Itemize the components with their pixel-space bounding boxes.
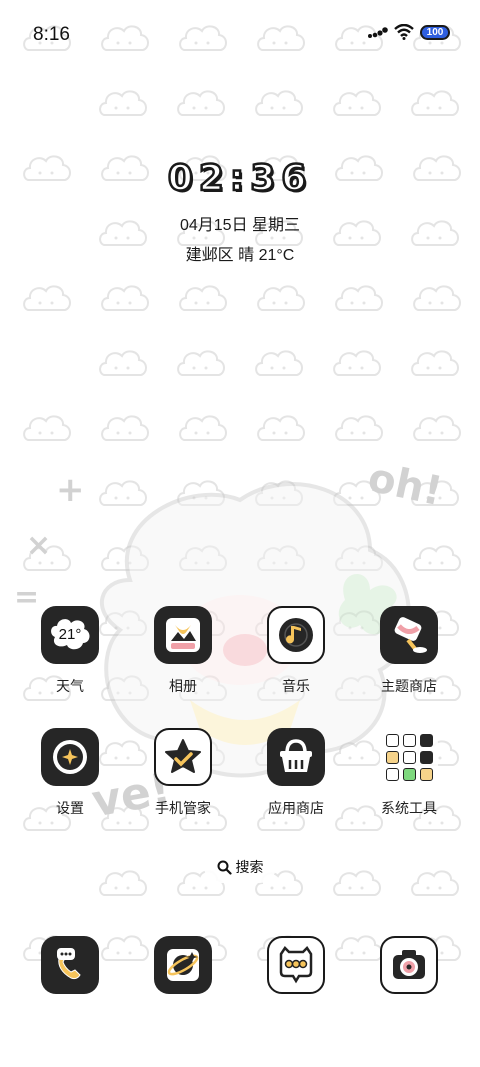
search-icon (217, 860, 232, 875)
wifi-icon (394, 24, 414, 40)
system-tools-folder-icon (380, 728, 438, 786)
clock-date: 04月15日 星期三 (179, 217, 301, 234)
wallpaper-cloud-icon (23, 415, 71, 441)
folder-mini-icon (419, 767, 433, 781)
phone-icon (57, 948, 81, 980)
app-theme-store[interactable]: 主题商店 (354, 606, 464, 696)
wallpaper-plus-icon: + (56, 470, 85, 510)
wallpaper-cloud-icon (333, 350, 381, 376)
folder-mini-icon (385, 733, 399, 747)
app-weather[interactable]: 21° 天气 (15, 606, 125, 696)
music-icon (267, 606, 325, 664)
wallpaper-cloud-icon (177, 90, 225, 116)
dock-camera[interactable] (380, 936, 438, 994)
wallpaper-cloud-icon (413, 415, 461, 441)
wallpaper-cloud-icon (101, 415, 149, 441)
search-label: 搜索 (235, 859, 264, 875)
app-store-icon (267, 728, 325, 786)
wallpaper-cloud-icon (335, 285, 383, 311)
signal-icon (368, 27, 388, 38)
dock-messages[interactable] (267, 936, 325, 994)
app-app-store[interactable]: 应用商店 (241, 728, 351, 818)
wallpaper-cloud-icon (413, 285, 461, 311)
app-label: 天气 (56, 678, 84, 694)
dock-browser[interactable] (154, 936, 212, 994)
clock-weather: 建邺区 晴 21°C (185, 247, 295, 264)
status-icons: 100 (368, 24, 450, 40)
app-music[interactable]: 音乐 (241, 606, 351, 696)
app-label: 系统工具 (381, 800, 437, 816)
phone-manager-icon (154, 728, 212, 786)
status-bar: 8:16 100 (0, 0, 480, 68)
wallpaper-cloud-icon (101, 935, 149, 961)
folder-mini-icon (385, 750, 399, 764)
battery-icon: 100 (420, 24, 450, 40)
wallpaper-cloud-icon (335, 935, 383, 961)
clock-widget[interactable]: 02:36 04月15日 星期三 建邺区 晴 21°C (0, 157, 480, 265)
wallpaper-cloud-icon (101, 285, 149, 311)
app-phone-manager[interactable]: 手机管家 (128, 728, 238, 818)
folder-mini-icon (419, 750, 433, 764)
wallpaper-cloud-icon (257, 415, 305, 441)
wallpaper-cloud-icon (411, 350, 459, 376)
wallpaper-cloud-icon (257, 285, 305, 311)
dock-phone[interactable] (41, 936, 99, 994)
app-label: 相册 (169, 678, 197, 694)
wallpaper-cloud-icon (333, 90, 381, 116)
camera-icon (393, 950, 425, 979)
wallpaper-cloud-icon (333, 870, 381, 896)
wallpaper-cloud-icon (179, 285, 227, 311)
wallpaper-cloud-icon (177, 350, 225, 376)
wallpaper-cloud-icon (23, 285, 71, 311)
wallpaper-cloud-icon (335, 415, 383, 441)
wallpaper-cloud-icon (99, 90, 147, 116)
app-label: 应用商店 (268, 800, 324, 816)
weather-icon: 21° (41, 606, 99, 664)
app-label: 音乐 (282, 678, 310, 694)
app-label: 主题商店 (381, 678, 437, 694)
wallpaper-cloud-icon (99, 350, 147, 376)
folder-mini-icon (402, 750, 416, 764)
weather-temp: 21° (58, 626, 82, 643)
clock-time: 02:36 (166, 157, 313, 201)
app-label: 设置 (56, 800, 84, 816)
wallpaper-cloud-icon (255, 350, 303, 376)
wallpaper-cloud-icon (99, 870, 147, 896)
browser-icon (167, 949, 199, 981)
status-time: 8:16 (33, 24, 70, 45)
folder-mini-icon (419, 733, 433, 747)
app-system-tools-folder[interactable]: 系统工具 (354, 728, 464, 818)
wallpaper-times-icon: × (26, 528, 52, 563)
folder-mini-icon (402, 767, 416, 781)
gallery-icon (154, 606, 212, 664)
folder-mini-icon (402, 733, 416, 747)
app-gallery[interactable]: 相册 (128, 606, 238, 696)
theme-store-icon (380, 606, 438, 664)
wallpaper-cloud-icon (179, 415, 227, 441)
wallpaper-cloud-icon (255, 90, 303, 116)
wallpaper-cloud-icon (411, 870, 459, 896)
wallpaper-cloud-icon (411, 90, 459, 116)
folder-mini-icon (385, 767, 399, 781)
messages-icon (279, 946, 313, 984)
app-label: 手机管家 (155, 800, 211, 816)
search-button[interactable]: 搜索 (204, 851, 276, 883)
app-settings[interactable]: 设置 (15, 728, 125, 818)
settings-icon (41, 728, 99, 786)
